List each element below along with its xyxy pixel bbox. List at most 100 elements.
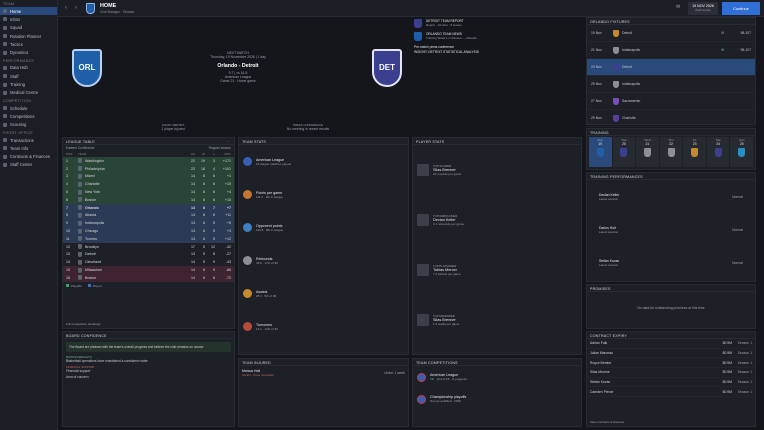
team-stat-row[interactable]: Points per game 111.2 · 9th in league (239, 178, 408, 211)
session-icon (714, 148, 722, 157)
league-footer-link[interactable]: Full competition standings (66, 322, 101, 326)
contract-row[interactable]: Camden Pierce $0.9M Season 1 (587, 387, 755, 398)
competition-row[interactable]: American League 7th · 2nd of 15 · in prog… (413, 366, 581, 388)
training-day[interactable]: Tue 20 (612, 137, 636, 167)
mail-icon[interactable]: ✉ (676, 4, 682, 12)
news-item[interactable]: DETROIT TEAM REPORT Report · 16 wins · 5 … (414, 19, 582, 28)
contract-row[interactable]: Adrian Falk $0.9M Season 1 (587, 339, 755, 349)
sidebar-item-training[interactable]: Training (0, 80, 57, 88)
training-day[interactable]: Sat 24 (706, 137, 730, 167)
team-stat-row[interactable]: Turnovers 13.1 · 12th of 30 (239, 310, 408, 343)
table-row[interactable]: 1 Washington 22 19 3 +171 (63, 157, 234, 165)
training-performance-row[interactable]: Declan Keller Latest session Normal (587, 180, 755, 213)
training-performance-row[interactable]: Darius Holt Latest session Normal (587, 213, 755, 246)
fixture-row[interactable]: 19 Nov Detroit W 98-107 (587, 25, 755, 42)
opponent-crest-icon (613, 46, 619, 54)
fixture-row[interactable]: 21 Nov Indianapolis W 98-107 (587, 42, 755, 59)
team-stat-row[interactable]: Assists 28.4 · 5th of 30 (239, 277, 408, 310)
back-arrow-icon[interactable]: ‹ (62, 4, 70, 12)
sidebar-item-label: Medical Centre (10, 90, 39, 96)
training-day[interactable]: Sun 25 (730, 137, 754, 167)
forward-arrow-icon[interactable]: › (72, 4, 80, 12)
contract-row[interactable]: Silas Monroe $0.9M Season 1 (587, 368, 755, 378)
team-stat-row[interactable]: American League 16 league matches played (239, 145, 408, 178)
table-row[interactable]: 11 Toronto 13 8 5 +12 (63, 234, 234, 243)
competition-row[interactable]: Championship playoffs Not yet qualified ·… (413, 388, 581, 410)
table-row[interactable]: 5 New York 14 8 6 +4 (63, 188, 234, 196)
contract-expiry-panel: CONTRACT EXPIRY Adrian Falk $0.9M Season 1… (586, 331, 756, 427)
sidebar-item-staff-center[interactable]: Staff Center (0, 161, 57, 169)
team-stats-list: American League 16 league matches played P… (239, 145, 408, 343)
player-stat-row[interactable]: TOP DEFENDER Silas Brenner 1.9 steals per … (413, 295, 581, 345)
stat-name: Points per game (256, 190, 283, 195)
player-stats-title: PLAYER STATS (416, 140, 445, 144)
sidebar-item-data-hub[interactable]: Data Hub (0, 64, 57, 72)
sidebar-item-label: Squad (10, 25, 23, 31)
next-match-panel[interactable]: ORL DET NEXT MATCH Thursday, 19 November… (58, 17, 403, 135)
fixture-row[interactable]: 23 Nov Detroit (587, 59, 755, 76)
more-icon[interactable]: ⋯ (227, 139, 231, 144)
team-diff: +4 (226, 190, 231, 195)
column-header: GP (190, 152, 195, 156)
table-row[interactable]: 7 Orlando 14 8 7 +7 (63, 203, 234, 212)
fixture-row[interactable]: 27 Nov Sacramento (587, 93, 755, 110)
player-stat-row[interactable]: TOP SCORER Silas Brenner 22.4 points per g… (413, 145, 581, 195)
table-row[interactable]: 4 Charlotte 14 8 6 +15 (63, 180, 234, 189)
contract-row[interactable]: Royce Benton $0.9M Season 1 (587, 358, 755, 369)
table-row[interactable]: 13 Detroit 13 5 8 -27 (63, 251, 234, 259)
table-row[interactable]: 14 Cleveland 14 5 9 -43 (63, 258, 234, 266)
sidebar-item-home[interactable]: Home (0, 7, 57, 16)
player-stat-row[interactable]: TOP REBOUNDER Declan Keller 9.1 rebounds p… (413, 195, 581, 245)
table-row[interactable]: 2 Philadelphia 22 18 4 +101 (63, 164, 234, 173)
team-w: 8 (203, 221, 205, 226)
table-row[interactable]: 6 Boston 14 8 6 +10 (63, 195, 234, 204)
league-conference: Eastern Conference (66, 146, 95, 150)
table-row[interactable]: 12 Brooklyn 17 5 12 -32 (63, 243, 234, 251)
news-item[interactable]: Pre-match press conference (414, 45, 582, 49)
contract-footer-link[interactable]: View contracts & finances (590, 420, 624, 424)
team-stat-row[interactable]: Rebounds 43.6 · 17th of 30 (239, 244, 408, 277)
sidebar-item-tactics[interactable]: Tactics (0, 40, 57, 48)
training-day[interactable]: Thu 22 (659, 137, 683, 167)
sidebar-item-dynamics[interactable]: Dynamics (0, 48, 57, 56)
table-row[interactable]: 3 Miami 14 8 6 +1 (63, 172, 234, 181)
sidebar-item-staff[interactable]: Staff (0, 72, 57, 80)
fixture-row[interactable]: 25 Nov Indianapolis (587, 76, 755, 93)
sidebar-item-medical-centre[interactable]: Medical Centre (0, 89, 57, 97)
table-row[interactable]: 15 Milwaukee 14 6 9 -66 (63, 266, 234, 274)
table-row[interactable]: 16 Boston 14 6 8 -72 (63, 273, 234, 282)
sidebar-item-scouting[interactable]: Scouting (0, 121, 57, 129)
team-name: Orlando (85, 205, 99, 210)
team-stat-row[interactable]: Opponent points 110.8 · 8th in league (239, 211, 408, 244)
sidebar-item-inbox[interactable]: Inbox (0, 15, 57, 23)
session-icon (643, 148, 651, 157)
sidebar-item-transactions[interactable]: Transactions (0, 136, 57, 144)
board-item: Area of concern (66, 375, 231, 379)
player-stat-row[interactable]: TOP PLAYMAKER Tobias Mercer 7.2 assists pe… (413, 245, 581, 295)
contract-row[interactable]: Julian Marceau $0.9M Season 1 (587, 349, 755, 359)
training-performances-list: Declan Keller Latest session Normal Darius … (587, 180, 755, 279)
table-row[interactable]: 9 Indianapolis 13 8 5 +5 (63, 219, 234, 228)
stat-detail: 13.1 · 12th of 30 (256, 326, 278, 331)
sidebar-item-contracts-finances[interactable]: Contracts & Finances (0, 152, 57, 160)
contract-row[interactable]: Stefan Kovac $0.9M Season 1 (587, 378, 755, 388)
sidebar-item-rotation-planner[interactable]: Rotation Planner (0, 32, 57, 40)
news-item[interactable]: ORLANDO TEAM NEWS Training Week 1 in Revi… (414, 32, 582, 41)
sidebar-item-squad[interactable]: Squad (0, 24, 57, 32)
training-day[interactable]: Fri 23 (683, 137, 706, 167)
sidebar-item-schedule[interactable]: Schedule (0, 104, 57, 112)
news-item[interactable]: INSIGHT: DETROIT STATISTICAL ANALYSIS (414, 50, 582, 54)
continue-button[interactable]: Continue (722, 2, 760, 15)
training-performance-row[interactable]: Stefan Kovac Latest session Normal (587, 246, 755, 279)
table-row[interactable]: 10 Chicago 13 8 5 +3 (63, 227, 234, 235)
sidebar-item-team-info[interactable]: Team Info (0, 144, 57, 152)
date-display[interactable]: 19 NOV 2026 Wednesday (688, 2, 718, 15)
fixture-row[interactable]: 29 Nov Charlotte (587, 110, 755, 127)
sidebar-item-competitions[interactable]: Competitions (0, 112, 57, 120)
team-name: Atlanta (85, 213, 97, 218)
team-position: 7 (66, 205, 68, 210)
team-gp: 17 (191, 244, 195, 249)
training-day[interactable]: Wed 21 (636, 137, 659, 167)
training-day[interactable]: Mon 19 (589, 137, 612, 167)
table-row[interactable]: 8 Atlanta 14 8 6 +11 (63, 211, 234, 220)
